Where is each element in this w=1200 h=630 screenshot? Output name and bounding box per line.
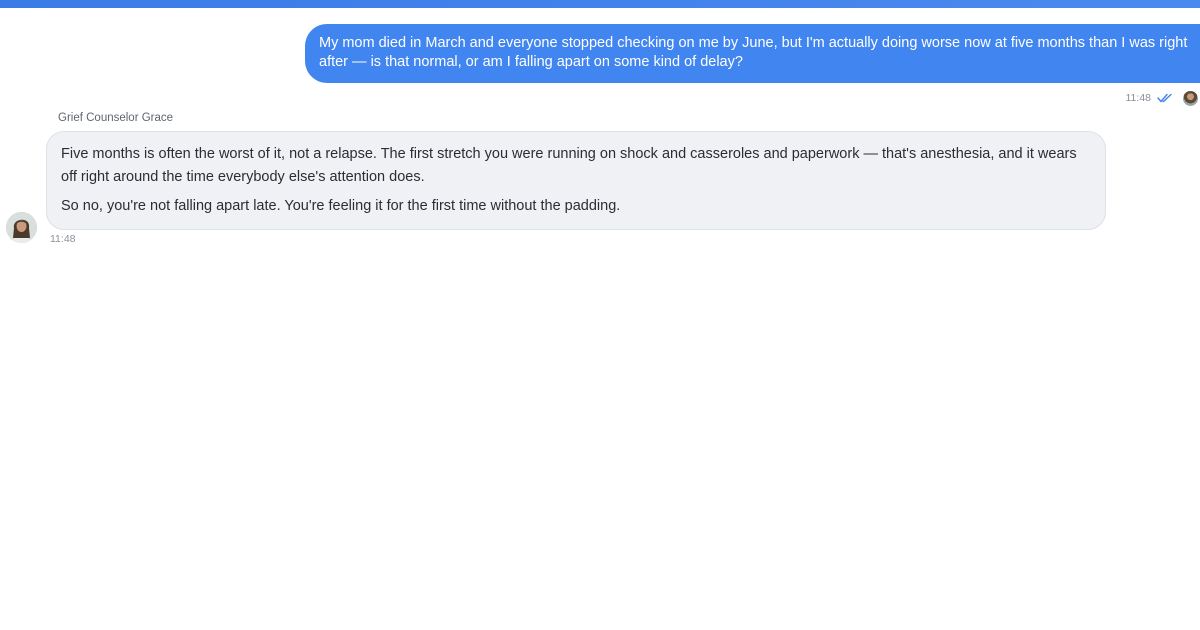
outgoing-message-bubble[interactable]: My mom died in March and everyone stoppe… [305,24,1200,83]
incoming-message-paragraph: So no, you're not falling apart late. Yo… [61,198,621,214]
user-avatar[interactable] [1183,90,1198,106]
incoming-message-paragraph: Five months is often the worst of it, no… [61,146,1077,185]
sender-name: Grief Counselor Grace [58,112,174,124]
outgoing-timestamp: 11:48 [1125,92,1152,104]
outgoing-message-text: My mom died in March and everyone stoppe… [319,35,1188,70]
top-accent-bar [0,0,1200,8]
chat-thread: My mom died in March and everyone stoppe… [0,8,1200,630]
incoming-message-bubble[interactable]: Five months is often the worst of it, no… [46,131,1106,230]
double-check-icon [1157,93,1173,103]
counselor-avatar[interactable] [6,212,37,243]
outgoing-message-meta: 11:48 [1126,88,1200,108]
outgoing-message: My mom died in March and everyone stoppe… [305,24,1200,83]
incoming-timestamp: 11:48 [50,233,76,245]
